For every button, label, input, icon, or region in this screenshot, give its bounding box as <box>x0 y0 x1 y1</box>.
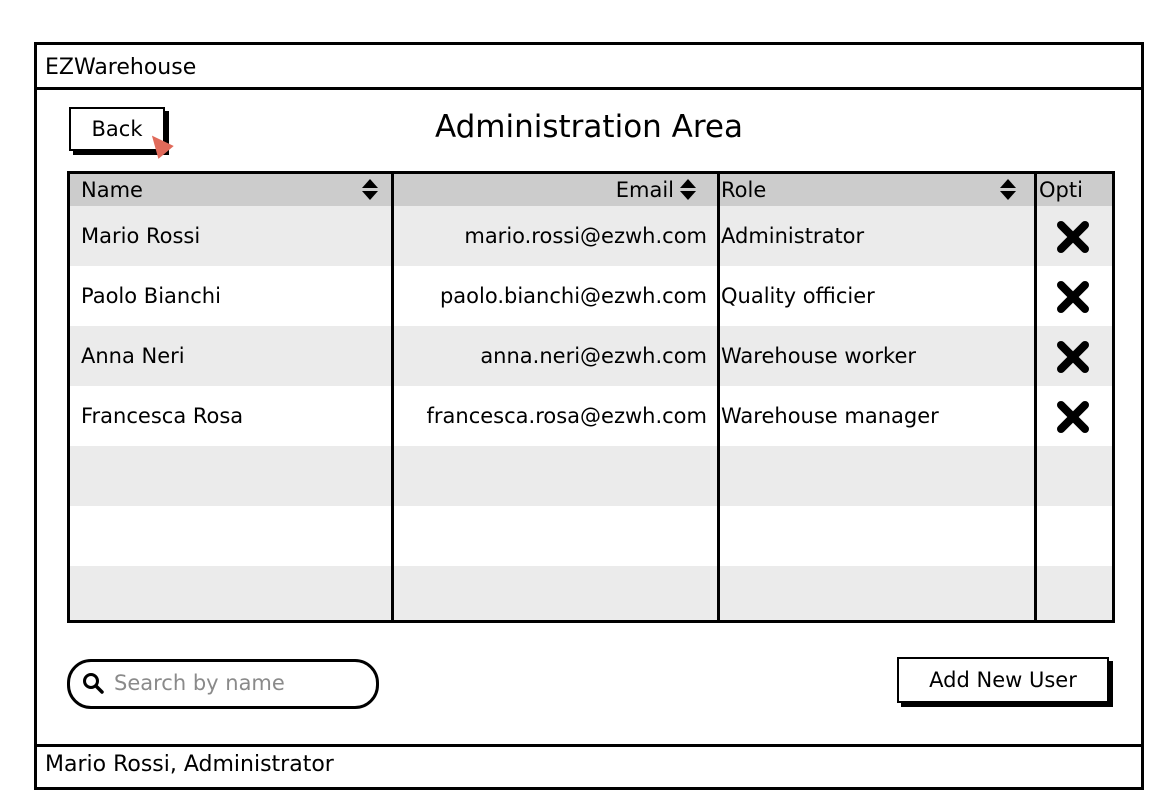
column-divider <box>391 174 394 620</box>
column-header-name[interactable]: Name <box>81 174 143 206</box>
cell-email: anna.neri@ezwh.com <box>480 344 707 368</box>
table-header: Name Email Role Opti <box>70 174 1112 206</box>
sort-icon-role[interactable] <box>1000 178 1016 202</box>
delete-user-close-icon[interactable] <box>1056 400 1090 434</box>
cell-email: mario.rossi@ezwh.com <box>464 224 707 248</box>
app-window: EZWarehouse Back Administration Area Nam… <box>34 42 1144 790</box>
page-title: Administration Area <box>434 109 744 145</box>
status-text: Mario Rossi, Administrator <box>45 752 334 777</box>
column-header-email[interactable]: Email <box>390 174 674 206</box>
add-new-user-button[interactable]: Add New User <box>897 657 1109 703</box>
users-table: Name Email Role Opti Mario Rossi mario.ro… <box>67 171 1115 623</box>
column-header-options[interactable]: Opti <box>1039 174 1083 206</box>
title-bar: EZWarehouse <box>37 45 1141 90</box>
cell-email: paolo.bianchi@ezwh.com <box>439 284 707 308</box>
app-title: EZWarehouse <box>45 55 197 80</box>
status-bar: Mario Rossi, Administrator <box>37 744 1141 787</box>
column-divider <box>1034 174 1037 620</box>
cell-role: Quality officier <box>721 284 875 308</box>
table-row[interactable]: Anna Neri anna.neri@ezwh.com Warehouse wor… <box>70 326 1112 386</box>
cell-name: Mario Rossi <box>81 224 201 248</box>
delete-user-close-icon[interactable] <box>1056 280 1090 314</box>
sort-icon-name[interactable] <box>362 178 378 202</box>
search-icon <box>83 673 104 694</box>
cell-role: Administrator <box>721 224 865 248</box>
cell-name: Paolo Bianchi <box>81 284 221 308</box>
column-header-role[interactable]: Role <box>721 174 766 206</box>
table-row <box>70 506 1112 566</box>
table-row <box>70 566 1112 620</box>
delete-user-close-icon[interactable] <box>1056 220 1090 254</box>
cell-email: francesca.rosa@ezwh.com <box>426 404 708 428</box>
cell-role: Warehouse worker <box>721 344 917 368</box>
cell-name: Anna Neri <box>81 344 185 368</box>
table-row[interactable]: Paolo Bianchi paolo.bianchi@ezwh.com Quali… <box>70 266 1112 326</box>
table-row <box>70 446 1112 506</box>
table-row[interactable]: Francesca Rosa francesca.rosa@ezwh.com War… <box>70 386 1112 446</box>
delete-user-close-icon[interactable] <box>1056 340 1090 374</box>
search-input[interactable] <box>114 668 354 698</box>
sort-icon-email[interactable] <box>680 178 696 202</box>
cell-name: Francesca Rosa <box>81 404 244 428</box>
search-box[interactable] <box>67 659 379 709</box>
cell-role: Warehouse manager <box>721 404 939 428</box>
column-divider <box>717 174 720 620</box>
table-row[interactable]: Mario Rossi mario.rossi@ezwh.com Administr… <box>70 206 1112 266</box>
